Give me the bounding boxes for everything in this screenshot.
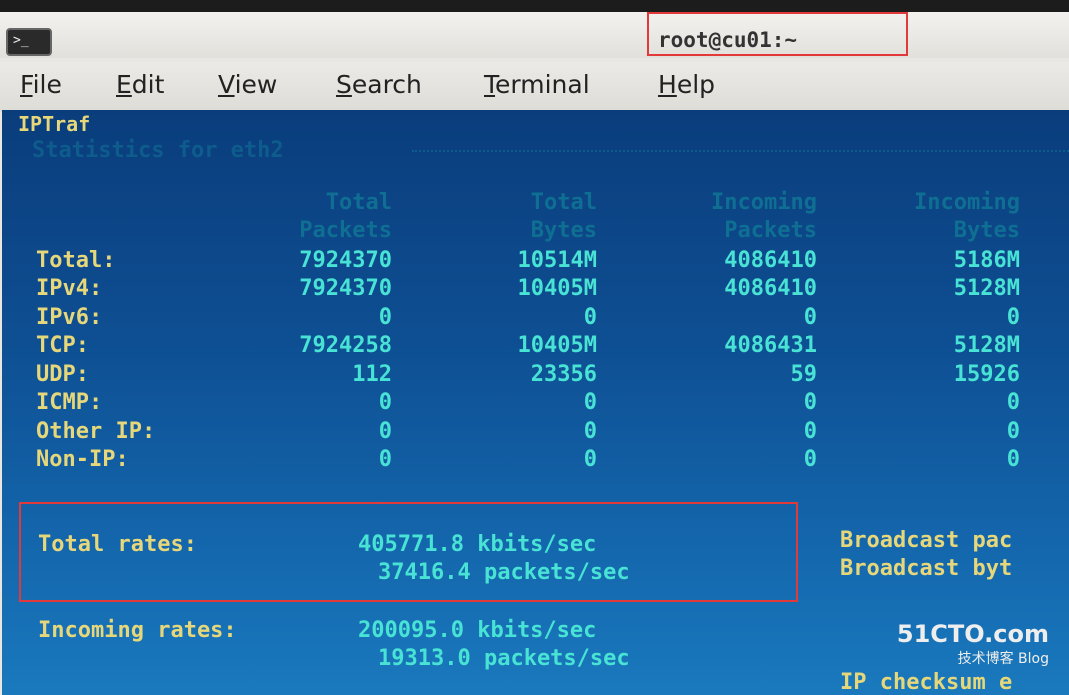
row-label-ipv4: IPv4: [36,276,103,301]
cell-icmp-in-packets: 0 [803,390,817,415]
incoming-rates-packets: 19313.0 packets/sec [378,646,630,671]
menu-help-label: elp [676,70,716,99]
ip-checksum-label: IP checksum e [840,670,1013,695]
total-rates-packets: 37416.4 packets/sec [378,560,630,585]
cell-ipv6-in-bytes: 0 [1006,305,1020,330]
cell-icmp-bytes: 0 [583,390,597,415]
menu-help-mnemonic: H [658,70,677,99]
total-rates-label: Total rates: [38,532,197,557]
cell-non-ip-bytes: 0 [583,447,597,472]
watermark-brand: 51CTO.com [896,620,1049,648]
cell-ipv6-bytes: 0 [583,305,597,330]
cell-tcp-bytes: 10405M [517,333,597,358]
stats-divider [412,150,1069,152]
broadcast-bytes-label: Broadcast byt [840,556,1013,581]
col-header-total-bytes-2: Bytes [530,218,597,243]
menu-file[interactable]: File [20,70,62,99]
menu-bar: File Edit View Search Terminal Help [0,62,1069,112]
row-label-ipv6: IPv6: [36,305,103,330]
watermark-sub: 技术博客 Blog [897,648,1049,668]
menu-view[interactable]: View [218,70,277,99]
menu-file-label: ile [32,70,62,99]
cell-udp-packets: 112 [352,362,392,387]
cell-other-ip-in-bytes: 0 [1006,419,1020,444]
col-header-incoming-bytes-2: Bytes [953,218,1020,243]
cell-ipv4-in-bytes: 5128M [953,276,1020,301]
menu-edit-mnemonic: E [116,70,132,99]
cell-icmp-packets: 0 [378,390,392,415]
menu-terminal-mnemonic: T [484,70,496,99]
col-header-incoming-bytes-1: Incoming [914,190,1020,215]
menu-file-mnemonic: F [20,70,33,99]
cell-other-ip-bytes: 0 [583,419,597,444]
cell-udp-in-bytes: 15926 [953,362,1020,387]
cell-other-ip-in-packets: 0 [803,419,817,444]
col-header-total-bytes-1: Total [530,190,597,215]
total-rates-kbits: 405771.8 kbits/sec [358,532,597,557]
row-label-tcp: TCP: [36,333,89,358]
title-highlight-box [647,12,908,56]
row-label-non-ip: Non-IP: [36,447,129,472]
cell-ipv6-packets: 0 [378,305,392,330]
cell-udp-bytes: 23356 [530,362,597,387]
menu-search-mnemonic: S [336,70,352,99]
cell-total-in-bytes: 5186M [953,248,1020,273]
watermark-sub-text: 技术博客 [957,651,1014,667]
menu-search-label: earch [351,70,422,99]
row-label-other-ip: Other IP: [36,419,156,444]
cell-non-ip-in-packets: 0 [803,447,817,472]
menu-edit[interactable]: Edit [116,70,164,99]
stats-title: Statistics for eth2 [32,138,284,163]
cell-other-ip-packets: 0 [378,419,392,444]
watermark: 51CTO.com 技术博客 Blog [897,620,1049,668]
title-bar: >_ root@cu01:~ [0,12,1069,58]
cell-tcp-in-bytes: 5128M [953,333,1020,358]
cell-tcp-packets: 7924258 [299,333,392,358]
broadcast-packets-label: Broadcast pac [840,528,1013,553]
cell-ipv4-packets: 7924370 [299,276,392,301]
col-header-incoming-packets-1: Incoming [711,190,817,215]
cell-non-ip-in-bytes: 0 [1006,447,1020,472]
cell-ipv4-bytes: 10405M [517,276,597,301]
menu-help[interactable]: Help [658,70,715,99]
row-label-udp: UDP: [36,362,89,387]
terminal-area[interactable]: IPTraf Statistics for eth2 Total Packets… [2,110,1069,695]
menu-edit-label: dit [131,70,165,99]
row-label-total: Total: [36,248,116,273]
col-header-total-packets-1: Total [325,190,392,215]
menu-terminal[interactable]: Terminal [484,70,590,99]
cell-ipv6-in-packets: 0 [803,305,817,330]
cell-non-ip-packets: 0 [378,447,392,472]
menu-search[interactable]: Search [336,70,422,99]
cell-total-packets: 7924370 [299,248,392,273]
terminal-icon[interactable]: >_ [6,28,52,56]
cell-ipv4-in-packets: 4086410 [724,276,817,301]
app-title: IPTraf [18,112,91,136]
incoming-rates-kbits: 200095.0 kbits/sec [358,618,597,643]
cell-total-in-packets: 4086410 [724,248,817,273]
menu-view-label: iew [234,70,278,99]
cell-tcp-in-packets: 4086431 [724,333,817,358]
incoming-rates-label: Incoming rates: [38,618,237,643]
menu-terminal-label: erminal [495,70,590,99]
menu-view-mnemonic: V [218,70,235,99]
watermark-blog: Blog [1018,651,1049,667]
cell-udp-in-packets: 59 [790,362,818,387]
cell-icmp-in-bytes: 0 [1006,390,1020,415]
col-header-incoming-packets-2: Packets [724,218,817,243]
col-header-total-packets-2: Packets [299,218,392,243]
cell-total-bytes: 10514M [517,248,597,273]
row-label-icmp: ICMP: [36,390,103,415]
